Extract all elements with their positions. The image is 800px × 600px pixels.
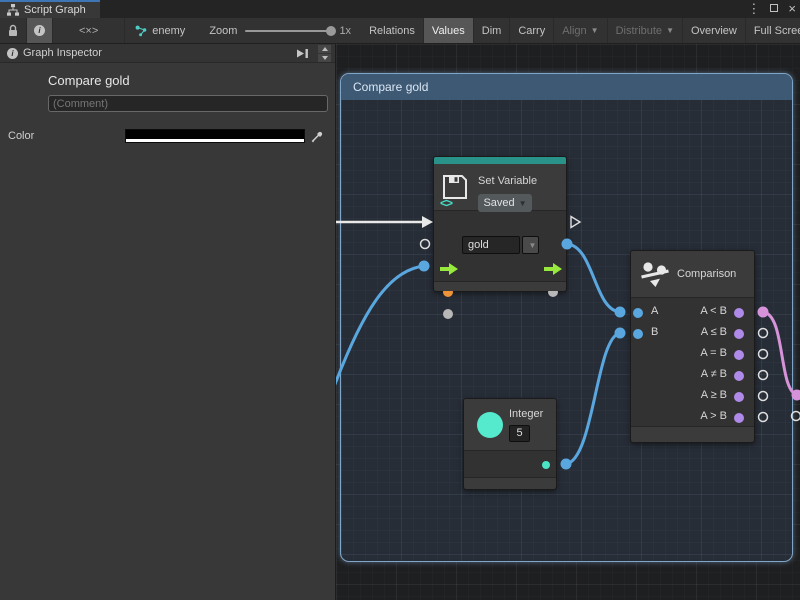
variable-scope-dropdown[interactable]: Saved▼ — [478, 194, 532, 212]
code-icon: <×> — [79, 25, 98, 37]
group-title: Compare gold — [353, 80, 428, 94]
output-label: A ≤ B — [687, 326, 727, 338]
info-icon: i — [34, 25, 45, 36]
fullscreen-button[interactable]: Full Screen — [746, 18, 800, 43]
code-view-button[interactable]: <×> — [53, 18, 125, 43]
variable-name-field[interactable]: gold — [462, 236, 520, 254]
script-graph-icon — [7, 4, 19, 16]
dock-panel-icon[interactable] — [296, 48, 309, 59]
node-header: Comparison — [631, 251, 754, 298]
graph-icon — [135, 25, 147, 37]
distribute-button[interactable]: Distribute▼ — [608, 18, 683, 43]
info-icon: i — [7, 48, 18, 59]
color-field-label: Color — [8, 130, 125, 142]
relations-button[interactable]: Relations — [361, 18, 424, 43]
overview-button[interactable]: Overview — [683, 18, 746, 43]
tab-title: Script Graph — [24, 4, 86, 16]
node-footer — [464, 477, 556, 489]
comparison-scale-icon — [640, 260, 670, 290]
node-header: Integer 5 — [464, 399, 556, 451]
chevron-down-icon: ▼ — [529, 241, 537, 250]
integer-node[interactable]: Integer 5 — [463, 398, 557, 490]
node-footer — [631, 426, 754, 442]
panel-spinner — [318, 45, 331, 62]
comparison-node[interactable]: Comparison A B A < B A ≤ B A = B A ≠ B A… — [630, 250, 755, 443]
node-header: <> Set Variable Saved▼ — [434, 164, 566, 211]
output-port-a-lte-b[interactable] — [734, 329, 744, 339]
chevron-down-icon: ▼ — [591, 26, 599, 35]
value-input-port[interactable] — [443, 309, 453, 319]
spinner-up-button[interactable] — [318, 45, 331, 53]
zoom-label: Zoom — [209, 25, 237, 37]
alpha-bar — [126, 139, 304, 142]
output-label: A < B — [687, 305, 727, 317]
inspector-toggle-button[interactable]: i — [27, 18, 53, 43]
graph-canvas[interactable]: Compare gold <> Set Variable — [336, 44, 800, 600]
save-variable-icon: <> — [442, 174, 472, 208]
zoom-control: Zoom 1x — [199, 18, 361, 43]
graph-inspector-header: i Graph Inspector — [0, 44, 335, 63]
input-label-a: A — [651, 305, 671, 317]
chevron-down-icon: ▼ — [666, 26, 674, 35]
color-swatch[interactable] — [125, 129, 305, 143]
window-menu-icon[interactable]: ⋮ — [747, 0, 760, 18]
integer-icon — [477, 412, 503, 438]
output-port-a-gte-b[interactable] — [734, 392, 744, 402]
group-title-bar[interactable]: Compare gold — [341, 74, 792, 100]
code-brackets-icon: <> — [440, 196, 452, 210]
eyedropper-icon — [311, 130, 324, 143]
output-label: A = B — [687, 347, 727, 359]
node-title: Comparison — [677, 268, 736, 280]
graph-ref-label: enemy — [152, 25, 185, 37]
output-port-a-eq-b[interactable] — [734, 350, 744, 360]
values-button[interactable]: Values — [424, 18, 474, 43]
node-title: Set Variable — [478, 175, 537, 187]
window-close-icon[interactable]: × — [788, 0, 796, 18]
window-controls: ⋮ × — [747, 0, 796, 18]
comment-input[interactable] — [48, 95, 328, 112]
dim-button[interactable]: Dim — [474, 18, 511, 43]
output-port-a-lt-b[interactable] — [734, 308, 744, 318]
input-port-a[interactable] — [633, 308, 643, 318]
node-title: Integer — [509, 408, 543, 420]
output-label: A ≠ B — [687, 368, 727, 380]
output-port-a-neq-b[interactable] — [734, 371, 744, 381]
flow-input-arrow[interactable] — [440, 262, 458, 276]
graph-toolbar: i <×> enemy Zoom 1x Relations Values Dim… — [0, 18, 800, 44]
variable-dropdown-button[interactable]: ▼ — [522, 236, 539, 254]
input-port-b[interactable] — [633, 329, 643, 339]
graph-name-label: Compare gold — [48, 73, 335, 88]
set-variable-node[interactable]: <> Set Variable Saved▼ gold — [433, 156, 567, 292]
lock-button[interactable] — [0, 18, 27, 43]
spinner-down-button[interactable] — [318, 54, 331, 62]
node-accent-strip — [434, 157, 566, 164]
window-maximize-icon[interactable] — [770, 3, 778, 15]
output-port-a-gt-b[interactable] — [734, 413, 744, 423]
lock-icon — [7, 24, 19, 37]
zoom-slider[interactable] — [245, 30, 331, 32]
graph-inspector-title: Graph Inspector — [23, 47, 102, 59]
chevron-down-icon: ▼ — [519, 199, 527, 208]
zoom-value: 1x — [339, 25, 351, 37]
align-button[interactable]: Align▼ — [554, 18, 607, 43]
carry-button[interactable]: Carry — [510, 18, 554, 43]
flow-output-arrow[interactable] — [544, 262, 562, 276]
color-field-row: Color — [8, 128, 327, 144]
zoom-slider-handle[interactable] — [326, 26, 336, 36]
output-label: A ≥ B — [687, 389, 727, 401]
graph-inspector-panel: i Graph Inspector Compare gold Color — [0, 44, 336, 600]
node-footer — [434, 281, 566, 291]
input-label-b: B — [651, 326, 671, 338]
graph-breadcrumb[interactable]: enemy — [125, 18, 199, 43]
tab-script-graph[interactable]: Script Graph — [0, 0, 100, 18]
eyedropper-button[interactable] — [307, 128, 327, 144]
output-label: A > B — [687, 410, 727, 422]
script-graph-window: Script Graph ⋮ × i <×> — [0, 0, 800, 600]
integer-value-field[interactable]: 5 — [509, 425, 530, 442]
integer-output-port[interactable] — [542, 461, 550, 469]
tab-bar: Script Graph ⋮ × — [0, 0, 800, 18]
